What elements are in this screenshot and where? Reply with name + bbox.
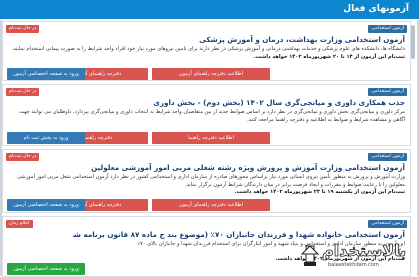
- status-badge: در حال ثبت‌نام: [6, 88, 40, 96]
- exam-description: وزارت آموزش و پرورش به منظور تأمین نیروی…: [8, 174, 405, 197]
- exam-title[interactable]: آزمون استخدامی وزارت آموزش و پرورش ویژه …: [73, 163, 405, 172]
- announcement-button[interactable]: اطلاعیه دفترچه راهنمای آزمون: [152, 199, 270, 211]
- category-badge: آزمون استخدامی: [368, 25, 407, 33]
- exam-card: آزمون استخدامی در حال ثبت‌نام آزمون استخ…: [2, 21, 411, 81]
- exam-card: آزمون استخدامی در حال ثبت‌نام جذب همکاری…: [2, 84, 411, 146]
- description-line: وزارت آموزش و پرورش به منظور تأمین نیروی…: [47, 174, 405, 180]
- exam-description: مرکز داوری و میانجی‌گری بخش داوری و میان…: [8, 109, 405, 124]
- category-badge: آزمون استخدامی: [368, 153, 407, 161]
- category-badge: آزمون استخدامی: [368, 220, 407, 228]
- description-line: مرکز داوری و میانجی‌گری بخش داوری و میان…: [73, 109, 405, 115]
- scrollbar-thumb[interactable]: [411, 25, 415, 59]
- balaestekhdam-logo: [300, 245, 320, 266]
- exam-page-button[interactable]: ورود به صفحه اختصاصی آزمون: [7, 68, 85, 80]
- page-header: آزمونهای فعال: [0, 0, 419, 19]
- watermark-text: بالاستخدام: [322, 241, 407, 261]
- exam-title[interactable]: آزمون استخدامی خانواده شهدا و فرزندان جا…: [73, 230, 405, 239]
- exam-description: دانشگاه ها، دانشکده های علوم پزشکی و خدم…: [8, 46, 405, 61]
- category-badge: آزمون استخدامی: [368, 88, 407, 96]
- watermark-url: balaestekhdam.com: [328, 262, 379, 268]
- exam-page-button[interactable]: ورود به صفحه اختصاصی آزمون: [7, 199, 85, 211]
- status-badge: اعلام زمان: [6, 220, 33, 228]
- description-line: صورت پیمانی استخدام نمایند.: [11, 46, 75, 52]
- announcement-button[interactable]: اطلاعیه دفترچه راهنما: [152, 132, 270, 144]
- status-badge: در حال ثبت‌نام: [6, 25, 40, 33]
- registration-page-button[interactable]: ورود به بخش ثبت نام: [7, 132, 85, 144]
- exam-page-button[interactable]: ورود به صفحه اختصاصی آزمون: [7, 263, 85, 275]
- exam-title[interactable]: جذب همکاری داوری و میانجی‌گری سال ۱۴۰۲ (…: [73, 98, 405, 107]
- registration-date: ثبت‌نام این آزمون از یکشنبه ۱۹ تا ۲۳ شهر…: [234, 189, 405, 196]
- description-line: دانشگاه ها، دانشکده های علوم پزشکی و خدم…: [76, 46, 405, 52]
- status-badge: در حال ثبت‌نام: [6, 153, 40, 161]
- announcement-button[interactable]: اطلاعیه دفترچه راهنمای آزمون: [152, 68, 270, 80]
- exam-list: آزمون استخدامی در حال ثبت‌نام آزمون استخ…: [2, 21, 417, 277]
- page-header-title: آزمونهای فعال: [343, 4, 409, 14]
- exam-card: آزمون استخدامی در حال ثبت‌نام آزمون استخ…: [2, 149, 411, 213]
- registration-date: ثبت‌نام این آزمون از ۱۴ تا ۲۰ شهریورماه …: [253, 53, 405, 60]
- site-watermark: بالاستخدام balaestekhdam.com: [298, 240, 416, 274]
- exam-title[interactable]: آزمون استخدامی وزارت بهداشت، درمان و آمو…: [73, 35, 405, 44]
